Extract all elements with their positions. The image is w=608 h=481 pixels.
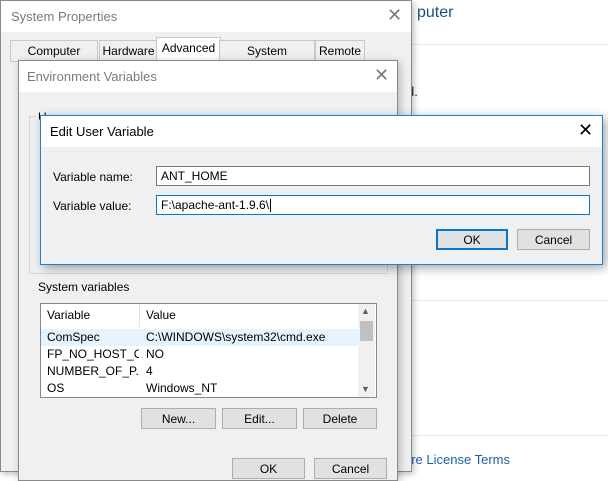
- cancel-button[interactable]: Cancel: [314, 458, 387, 479]
- variable-name-label: Variable name:: [53, 170, 133, 184]
- vertical-scrollbar[interactable]: ▲ ▼: [358, 304, 375, 397]
- dialog-title: System Properties: [11, 9, 118, 24]
- close-icon[interactable]: ✕: [387, 5, 402, 26]
- divider: [405, 300, 608, 301]
- table-row[interactable]: NUMBER_OF_P... 4: [41, 363, 358, 380]
- tab-computer-name[interactable]: Computer Name: [10, 40, 98, 78]
- text-caret: [270, 199, 272, 213]
- value-cell: Windows_NT: [146, 381, 218, 395]
- tab-system-protection[interactable]: System Protection: [219, 40, 315, 78]
- table-row[interactable]: OS Windows_NT: [41, 380, 358, 397]
- tab-remote[interactable]: Remote: [315, 40, 365, 62]
- column-header-variable[interactable]: Variable: [41, 304, 140, 327]
- scrollbar-thumb[interactable]: [360, 321, 373, 341]
- ok-button[interactable]: OK: [436, 229, 508, 250]
- table-row[interactable]: FP_NO_HOST_C... NO: [41, 346, 358, 363]
- variable-cell: ComSpec: [47, 330, 100, 344]
- value-cell: NO: [146, 347, 164, 361]
- ok-button[interactable]: OK: [232, 458, 305, 479]
- scroll-up-icon[interactable]: ▲: [361, 306, 370, 316]
- edit-button[interactable]: Edit...: [222, 408, 297, 429]
- system-variables-label: System variables: [38, 280, 130, 294]
- system-variables-list[interactable]: Variable Value ComSpec C:\WINDOWS\system…: [40, 303, 377, 398]
- new-button[interactable]: New...: [141, 408, 216, 429]
- value-cell: C:\WINDOWS\system32\cmd.exe: [146, 330, 326, 344]
- divider: [405, 44, 608, 45]
- variable-cell: OS: [47, 381, 65, 395]
- delete-button[interactable]: Delete: [303, 408, 377, 429]
- divider: [405, 435, 608, 436]
- scroll-down-icon[interactable]: ▼: [361, 384, 370, 394]
- variable-value-field[interactable]: F:\apache-ant-1.9.6\: [156, 195, 590, 215]
- variable-cell: FP_NO_HOST_C...: [47, 347, 139, 361]
- variable-name-value: ANT_HOME: [161, 169, 228, 183]
- license-terms-link[interactable]: are License Terms: [404, 452, 510, 467]
- tab-hardware[interactable]: Hardware: [99, 40, 158, 62]
- dialog-title: Edit User Variable: [50, 124, 154, 139]
- variable-value-value: F:\apache-ant-1.9.6\: [161, 198, 270, 212]
- variable-name-field[interactable]: ANT_HOME: [156, 166, 590, 186]
- close-icon[interactable]: ✕: [374, 65, 389, 86]
- close-icon[interactable]: ✕: [578, 120, 593, 141]
- table-row[interactable]: ComSpec C:\WINDOWS\system32\cmd.exe: [41, 329, 358, 346]
- edit-user-variable-dialog: Edit User Variable ✕ Variable name: ANT_…: [40, 115, 603, 265]
- variable-cell: NUMBER_OF_P...: [47, 364, 139, 378]
- background-title-fragment: puter: [417, 4, 454, 21]
- dialog-title: Environment Variables: [27, 69, 157, 84]
- column-header-value[interactable]: Value: [140, 304, 358, 327]
- value-cell: 4: [146, 364, 153, 378]
- cancel-button[interactable]: Cancel: [517, 229, 590, 250]
- variable-value-label: Variable value:: [53, 199, 132, 213]
